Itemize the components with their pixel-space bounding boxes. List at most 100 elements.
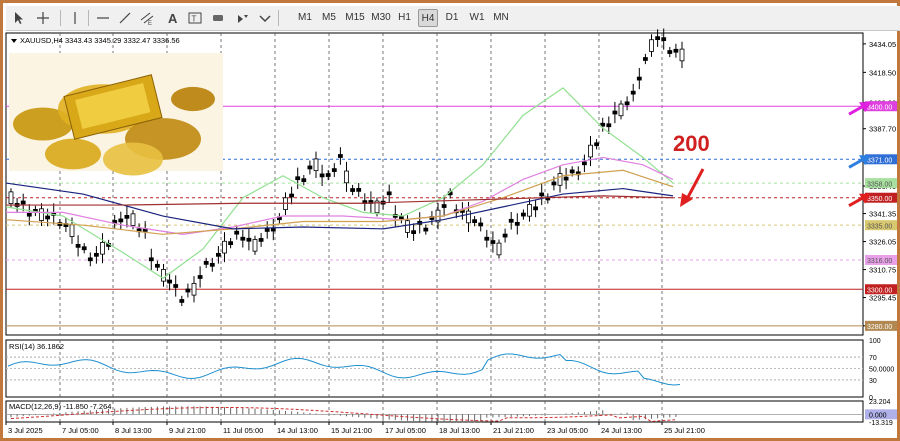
- crosshair-icon[interactable]: [35, 10, 51, 26]
- svg-text:T: T: [192, 15, 197, 24]
- candle-body: [643, 57, 648, 61]
- candle-body: [319, 173, 325, 178]
- candle-body: [350, 188, 356, 192]
- candle-body: [673, 48, 679, 53]
- candle-body: [496, 242, 502, 256]
- candle-body: [289, 193, 295, 198]
- candle-body: [423, 227, 429, 232]
- candle-body: [167, 279, 173, 284]
- candle-body: [118, 218, 124, 223]
- text-label-icon[interactable]: T: [187, 10, 203, 26]
- rsi-axis-label: 100: [869, 338, 881, 345]
- svg-text:E: E: [148, 21, 152, 26]
- candle-body: [20, 200, 26, 205]
- candle-body: [234, 230, 240, 235]
- annotation-200: 200: [673, 131, 710, 156]
- toolbar-separator: [88, 10, 89, 26]
- candle-body: [606, 123, 612, 128]
- candle-body: [533, 206, 538, 211]
- candle-body: [173, 284, 179, 288]
- candle-body: [197, 275, 203, 279]
- date-axis-label: 3 Jul 2025: [8, 426, 43, 435]
- timeframe-w1[interactable]: W1: [467, 9, 487, 27]
- candle-body: [521, 212, 526, 217]
- level-badge-label: 3316.00: [867, 258, 892, 265]
- candle-body: [222, 240, 227, 254]
- candle-body: [94, 252, 99, 257]
- price-axis-label: 3341.35: [869, 210, 896, 219]
- equidistant-channel-icon[interactable]: E: [139, 10, 155, 26]
- candle-body: [148, 257, 154, 262]
- candle-body: [161, 269, 166, 282]
- date-axis-label: 7 Jul 05:00: [62, 426, 99, 435]
- date-axis-label: 15 Jul 21:00: [331, 426, 372, 435]
- cursor-icon[interactable]: [11, 10, 27, 26]
- text-icon[interactable]: A: [165, 10, 181, 26]
- timeframe-m15[interactable]: M15: [343, 9, 367, 27]
- candle-body: [478, 222, 484, 227]
- timeframe-m30[interactable]: M30: [370, 9, 392, 27]
- gold-nugget: [103, 142, 163, 176]
- candle-body: [75, 243, 81, 248]
- price-axis-label: 3295.45: [869, 294, 896, 303]
- candle-body: [301, 178, 307, 183]
- candle-body: [484, 236, 490, 241]
- candle-body: [466, 210, 471, 224]
- candle-body: [490, 240, 496, 244]
- candle-body: [411, 230, 417, 235]
- gold-nugget: [45, 138, 101, 170]
- candle-body: [344, 170, 349, 184]
- trendline-icon[interactable]: [117, 10, 133, 26]
- price-axis-label: 3434.05: [869, 40, 896, 49]
- level-badge-label: 3371.00: [867, 157, 892, 164]
- candle-body: [252, 239, 258, 252]
- candle-body: [337, 154, 343, 158]
- symbol-info: XAUUSD,H4 3343.43 3345.29 3332.47 3336.5…: [20, 36, 180, 45]
- date-axis-label: 8 Jul 13:00: [115, 426, 152, 435]
- candle-body: [270, 227, 276, 232]
- level-badge-label: 3400.00: [867, 104, 892, 111]
- candle-body: [45, 215, 50, 220]
- rectangle-icon[interactable]: [210, 10, 226, 26]
- candle-body: [130, 213, 136, 226]
- candle-body: [215, 252, 221, 257]
- timeframe-h1[interactable]: H1: [395, 9, 414, 27]
- candle-body: [667, 50, 673, 54]
- date-axis-label: 25 Jul 21:00: [664, 426, 705, 435]
- candle-body: [228, 241, 234, 245]
- timeframe-m1[interactable]: M1: [295, 9, 315, 27]
- candle-body: [39, 208, 44, 221]
- level-badge-label: 3280.00: [867, 324, 892, 331]
- timeframe-h4[interactable]: H4: [418, 9, 438, 27]
- candle-body: [569, 169, 575, 174]
- toolbar-separator: [278, 10, 279, 26]
- candle-body: [154, 263, 160, 268]
- price-axis-label: 3326.05: [869, 238, 896, 247]
- candle-body: [386, 191, 392, 196]
- candle-body: [313, 158, 319, 172]
- chevron-down-icon[interactable]: [257, 10, 273, 26]
- svg-text:A: A: [168, 11, 178, 26]
- candle-body: [87, 257, 93, 262]
- date-axis-label: 14 Jul 13:00: [277, 426, 318, 435]
- candle-body: [69, 224, 75, 237]
- candle-body: [191, 282, 197, 296]
- candle-body: [100, 242, 105, 255]
- candle-body: [551, 181, 557, 186]
- horizontal-line-icon[interactable]: [95, 10, 111, 26]
- rsi-axis-label: 50.0000: [869, 367, 894, 374]
- price-axis-label: 3418.50: [869, 68, 896, 77]
- candle-body: [295, 176, 301, 181]
- price-axis-label: 3310.75: [869, 266, 896, 275]
- chart-area[interactable]: 3434.053418.503402.003387.703371.903356.…: [3, 27, 897, 435]
- price-axis-label: 3387.70: [869, 125, 896, 134]
- candle-body: [325, 173, 331, 177]
- macd-axis-label: 23.204: [869, 399, 891, 406]
- timeframe-m5[interactable]: M5: [319, 9, 339, 27]
- timeframe-d1[interactable]: D1: [442, 9, 462, 27]
- macd-axis-label: 0.000: [869, 412, 887, 419]
- vertical-line-icon[interactable]: [67, 10, 83, 26]
- timeframe-mn[interactable]: MN: [490, 9, 512, 27]
- candle-body: [209, 262, 215, 267]
- shapes-dropdown-icon[interactable]: [235, 10, 251, 26]
